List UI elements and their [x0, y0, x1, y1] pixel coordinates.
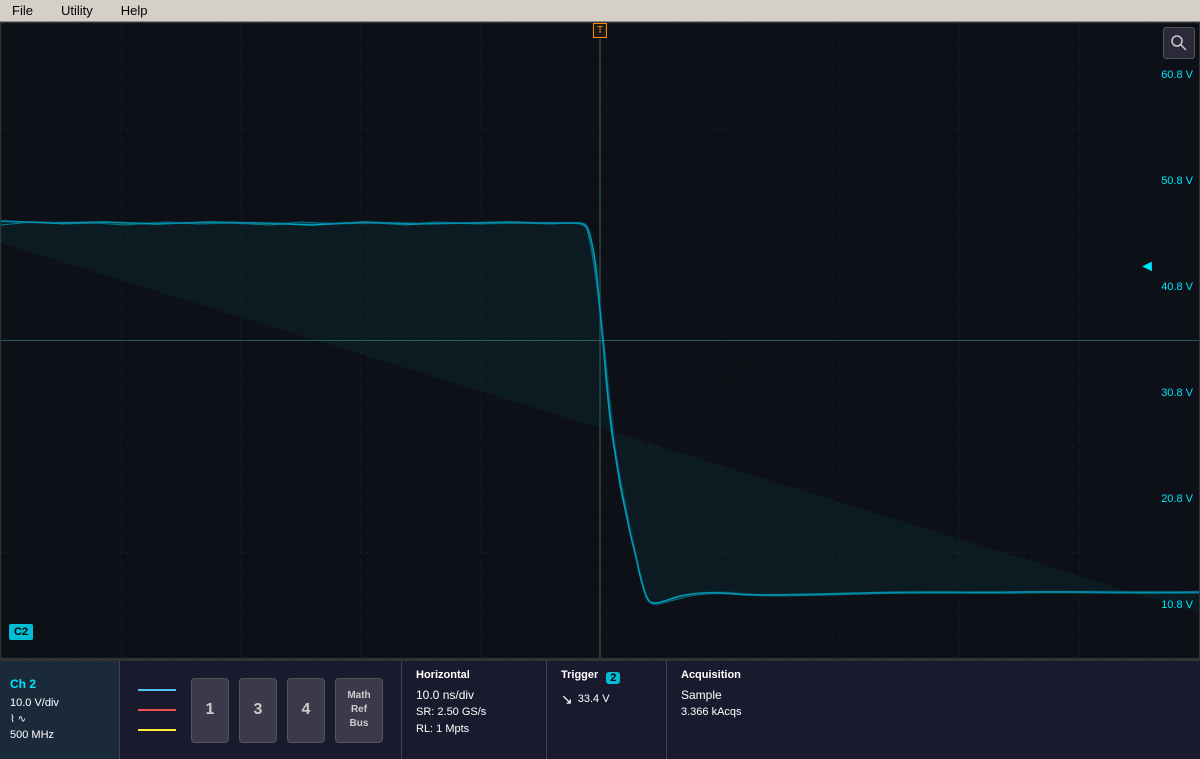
acquisition-panel: Acquisition Sample 3.366 kAcqs [667, 661, 817, 759]
ch2-wave-line [138, 709, 176, 711]
time-div: 10.0 ns/div [416, 686, 532, 704]
record-length: RL: 1 Mpts [416, 721, 532, 738]
menu-bar: File Utility Help [0, 0, 1200, 22]
acquisition-mode: Sample [681, 686, 803, 704]
sample-rate: SR: 2.50 GS/s [416, 704, 532, 721]
ch3-button[interactable]: 3 [239, 678, 277, 743]
ch1-button[interactable]: 1 [191, 678, 229, 743]
waveform-display[interactable]: ▼ T 60.8 V 50.8 V 40.8 V 30.8 V 20.8 V 1… [0, 22, 1200, 659]
menu-file[interactable]: File [8, 1, 37, 20]
acquisition-count: 3.366 kAcqs [681, 704, 803, 721]
trigger-time-marker: T [593, 23, 607, 38]
acquisition-title: Acquisition [681, 669, 803, 681]
ch2-label: C2 [9, 624, 33, 640]
ch1-wave-line [138, 689, 176, 691]
waveform-svg [1, 23, 1199, 658]
zoom-icon[interactable] [1163, 27, 1195, 59]
oscilloscope-container: ▼ T 60.8 V 50.8 V 40.8 V 30.8 V 20.8 V 1… [0, 22, 1200, 759]
trigger-channel-badge: 2 [606, 672, 620, 684]
wave-ch3-indicator [138, 729, 176, 731]
ch2-panel: Ch 2 10.0 V/div ⌇ ∿ 500 MHz [0, 661, 120, 759]
wave-indicators [138, 689, 176, 731]
menu-utility[interactable]: Utility [57, 1, 97, 20]
magnify-icon [1170, 34, 1188, 52]
trigger-title: Trigger [561, 669, 598, 681]
trigger-level-arrow: ◄ [1139, 258, 1155, 276]
ch2-panel-title: Ch 2 [10, 677, 109, 691]
horizontal-panel: Horizontal 10.0 ns/div SR: 2.50 GS/s RL:… [402, 661, 547, 759]
trigger-panel: Trigger 2 ↘ 33.4 V [547, 661, 667, 759]
math-ref-bus-button[interactable]: Math Ref Bus [335, 678, 383, 743]
ch2-vdiv: 10.0 V/div [10, 695, 109, 712]
ch2-bandwidth: 500 MHz [10, 727, 109, 744]
wave-ch2-indicator [138, 709, 176, 711]
status-bar: Ch 2 10.0 V/div ⌇ ∿ 500 MHz 1 3 [0, 659, 1200, 759]
menu-help[interactable]: Help [117, 1, 152, 20]
ch3-wave-line [138, 729, 176, 731]
trigger-slope-icon: ↘ [561, 691, 573, 708]
wave-ch1-indicator [138, 689, 176, 691]
trigger-level: 33.4 V [578, 691, 610, 708]
ch4-button[interactable]: 4 [287, 678, 325, 743]
horizontal-title: Horizontal [416, 669, 532, 681]
ch2-bw-icon: ⌇ ∿ [10, 712, 109, 727]
channel-buttons-area: 1 3 4 Math Ref Bus [120, 661, 402, 759]
